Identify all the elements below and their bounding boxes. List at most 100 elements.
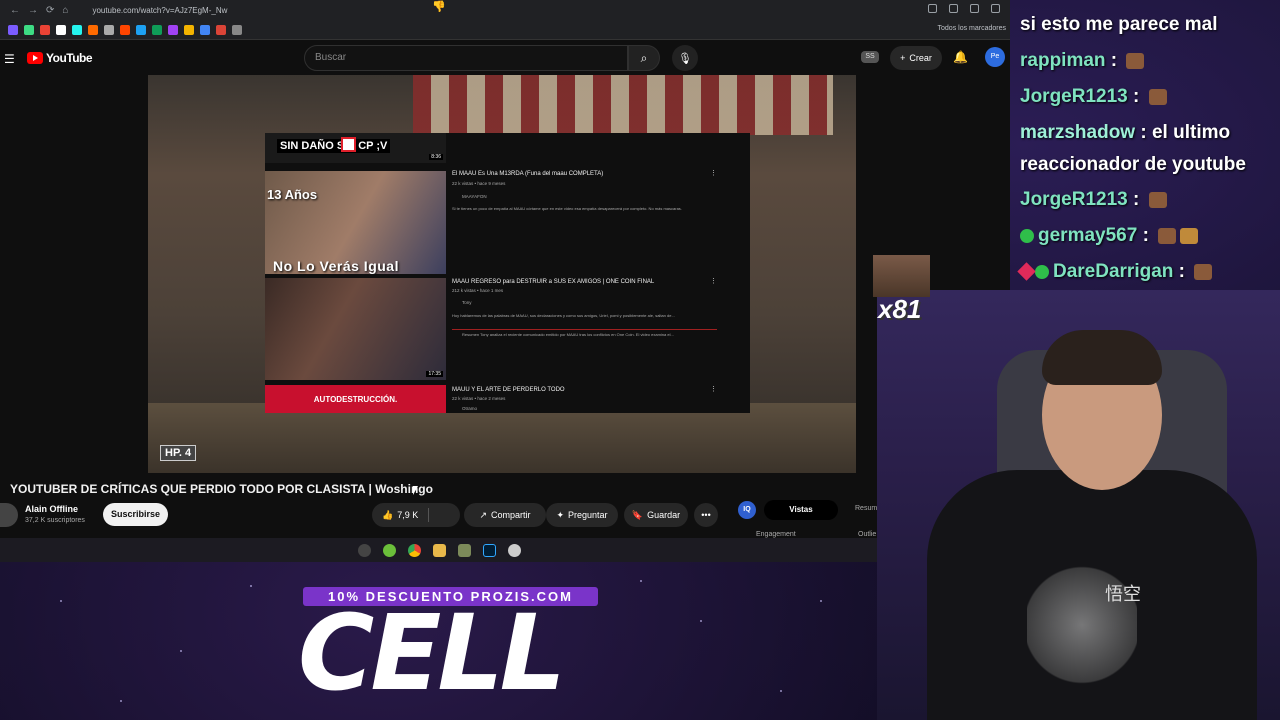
ai-summary-row[interactable]: Resumen Tony analiza el reciente comunic… bbox=[452, 329, 717, 338]
chat-username[interactable]: germay567 bbox=[1038, 225, 1137, 246]
bookmark-icon[interactable] bbox=[136, 24, 146, 35]
user-avatar[interactable]: Pe bbox=[985, 47, 1005, 67]
bookmark-icon[interactable] bbox=[104, 24, 114, 35]
result-title[interactable]: MAAU REGRESO para DESTRUIR a SUS EX AMIG… bbox=[452, 279, 654, 285]
chat-message: DareDarrigan : bbox=[1017, 261, 1213, 283]
result-channel[interactable]: Tony bbox=[462, 300, 472, 305]
emote-icon bbox=[1126, 52, 1145, 69]
search-button[interactable]: ⌕ bbox=[628, 45, 660, 71]
all-bookmarks-label[interactable]: Todos los marcadores bbox=[938, 25, 1006, 32]
stream-chat: si esto me parece mal rappiman : JorgeR1… bbox=[1012, 0, 1280, 290]
folder-icon[interactable] bbox=[432, 543, 446, 557]
chat-username[interactable]: marzshadow bbox=[1020, 122, 1135, 143]
chat-message: germay567 : bbox=[1020, 225, 1199, 247]
tab-views[interactable]: Vistas bbox=[764, 500, 838, 520]
youtube-logo[interactable]: YouTube bbox=[27, 51, 93, 65]
more-options-icon[interactable]: ⋮ bbox=[710, 277, 717, 285]
bookmark-icon[interactable] bbox=[72, 24, 82, 35]
tab-summary[interactable]: Resum bbox=[855, 505, 877, 512]
create-label: Crear bbox=[909, 53, 932, 63]
result-channel[interactable]: Otramo bbox=[462, 406, 477, 411]
bookmark-icon[interactable] bbox=[184, 24, 194, 35]
back-icon[interactable]: ← bbox=[10, 5, 20, 16]
notifications-bell-icon[interactable]: 🔔 bbox=[953, 50, 968, 64]
bookmark-icon: 🔖 bbox=[631, 509, 644, 520]
result-description: Si te tienes un poco de empatía al MAAU … bbox=[452, 206, 682, 211]
webcam-feed: 悟空 bbox=[877, 290, 1280, 720]
thumbnail-text: SIN DAÑO SIN CP ;V bbox=[277, 139, 391, 153]
emote-icon bbox=[1158, 227, 1177, 244]
result-thumbnail[interactable]: SIN DAÑO SIN CP ;V 8:36 bbox=[265, 133, 446, 163]
app-icon[interactable] bbox=[507, 543, 521, 557]
ask-button[interactable]: ✦ Preguntar bbox=[546, 503, 618, 527]
brand-logo: CELL bbox=[298, 592, 566, 714]
bookmark-icon[interactable] bbox=[24, 24, 34, 35]
subscribe-button[interactable]: Suscribirse bbox=[103, 503, 168, 526]
chat-text: reaccionador de youtube bbox=[1020, 154, 1246, 175]
reload-icon[interactable]: ⟳ bbox=[46, 5, 54, 16]
forward-icon[interactable]: → bbox=[28, 5, 38, 16]
like-button[interactable]: 👍 7,9 K bbox=[372, 503, 460, 527]
iq-extension-icon[interactable]: IQ bbox=[738, 501, 756, 519]
youtube-logo-text: YouTube bbox=[46, 51, 93, 65]
bookmark-icon[interactable] bbox=[152, 24, 162, 35]
home-icon[interactable]: ⌂ bbox=[62, 5, 68, 16]
star-icon[interactable] bbox=[949, 4, 958, 13]
more-actions-button[interactable]: ••• bbox=[694, 503, 718, 527]
chat-username[interactable]: rappiman bbox=[1020, 50, 1106, 71]
url-text[interactable]: youtube.com/watch?v=AJz7EgM-_Nw bbox=[92, 6, 227, 15]
duration-badge: 17:35 bbox=[426, 371, 443, 377]
obs-icon[interactable] bbox=[357, 543, 371, 557]
channel-name[interactable]: Alain Offline bbox=[25, 504, 78, 514]
bookmark-icon[interactable] bbox=[40, 24, 50, 35]
result-title[interactable]: MAUU Y EL ARTE DE PERDERLO TODO bbox=[452, 387, 565, 393]
chrome-icon[interactable] bbox=[407, 543, 421, 557]
bookmark-icon[interactable] bbox=[168, 24, 178, 35]
ss-badge[interactable]: SS bbox=[861, 51, 879, 63]
bookmark-icon[interactable] bbox=[200, 24, 210, 35]
photoshop-icon[interactable] bbox=[482, 543, 496, 557]
app-icon[interactable] bbox=[382, 543, 396, 557]
result-meta: 22 k vistas • hace 9 meses bbox=[452, 181, 506, 186]
thumbnail-text: AUTODESTRUCCIÓN. bbox=[313, 394, 398, 404]
more-options-icon[interactable]: ⋮ bbox=[710, 385, 717, 393]
chat-text: si esto me parece mal bbox=[1020, 14, 1218, 35]
bookmark-icon[interactable] bbox=[8, 24, 18, 35]
youtube-header: ☰ YouTube Buscar ⌕ 🎙 SS + Crear 🔔 Pe bbox=[0, 40, 1010, 75]
result-thumbnail[interactable]: 13 Años No Lo Verás Igual bbox=[265, 171, 446, 274]
result-title[interactable]: El MAAU Es Una M13RDA (Funa del maau COM… bbox=[452, 171, 603, 177]
outlier-label: Outlie bbox=[858, 531, 877, 538]
result-thumbnail[interactable]: 17:35 bbox=[265, 278, 446, 380]
browser-window: ← → ⟳ ⌂ youtube.com/watch?v=AJz7EgM-_Nw … bbox=[0, 0, 1010, 562]
create-button[interactable]: + Crear bbox=[890, 46, 942, 70]
zoom-icon[interactable] bbox=[928, 4, 937, 13]
bookmark-icon[interactable] bbox=[88, 24, 98, 35]
app-icon[interactable] bbox=[457, 543, 471, 557]
share-button[interactable]: ↗ Compartir bbox=[464, 503, 546, 527]
result-channel[interactable]: MAAYAFON bbox=[462, 194, 487, 199]
profile-icon[interactable] bbox=[991, 4, 1000, 13]
address-bar[interactable]: ← → ⟳ ⌂ youtube.com/watch?v=AJz7EgM-_Nw bbox=[0, 0, 1010, 20]
more-options-icon[interactable]: ⋮ bbox=[710, 169, 717, 177]
chat-message: reaccionador de youtube bbox=[1020, 154, 1246, 176]
voice-search-button[interactable]: 🎙 bbox=[672, 45, 698, 71]
taskbar bbox=[0, 538, 878, 562]
like-count: 7,9 K bbox=[397, 510, 419, 520]
extensions-icon[interactable] bbox=[970, 4, 979, 13]
chat-username[interactable]: DareDarrigan bbox=[1053, 261, 1173, 282]
bookmark-icon[interactable] bbox=[120, 24, 130, 35]
save-button[interactable]: 🔖 Guardar bbox=[624, 503, 688, 527]
channel-avatar[interactable] bbox=[0, 503, 18, 527]
combo-emote-image bbox=[873, 255, 930, 297]
video-player[interactable]: HP. 4 SIN DAÑO SIN CP ;V 8:36 El MAAU Es… bbox=[148, 75, 856, 473]
bookmark-icon[interactable] bbox=[56, 24, 66, 35]
thumbs-down-icon[interactable]: 👎 bbox=[432, 0, 446, 13]
bookmark-icon[interactable] bbox=[216, 24, 226, 35]
chat-username[interactable]: JorgeR1213 bbox=[1020, 189, 1128, 210]
bookmark-icon[interactable] bbox=[232, 24, 242, 35]
chat-username[interactable]: JorgeR1213 bbox=[1020, 86, 1128, 107]
mouse-cursor-icon bbox=[413, 486, 418, 495]
menu-icon[interactable]: ☰ bbox=[4, 52, 15, 66]
search-input[interactable]: Buscar bbox=[304, 45, 628, 71]
result-thumbnail[interactable]: AUTODESTRUCCIÓN. bbox=[265, 385, 446, 413]
